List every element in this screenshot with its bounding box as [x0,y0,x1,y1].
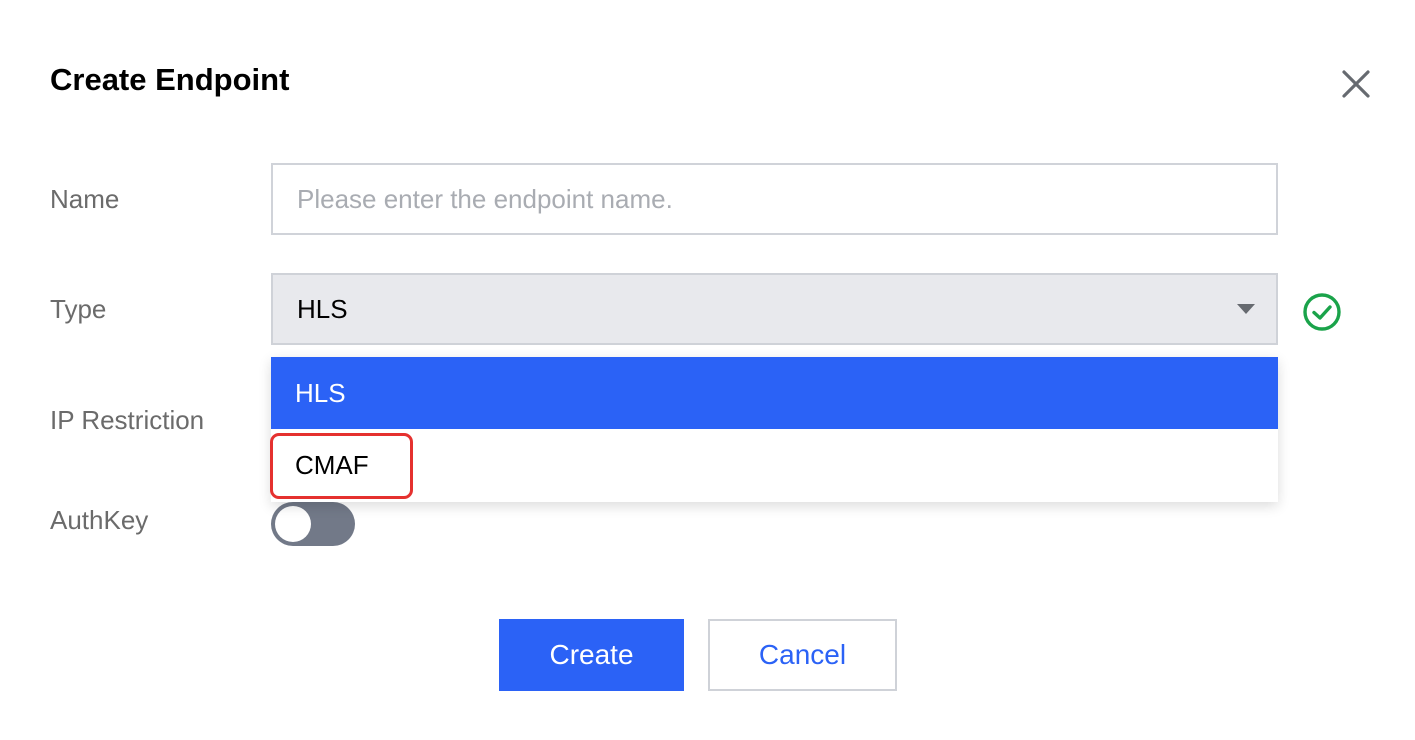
type-option-label: CMAF [295,450,369,480]
type-dropdown-menu: HLS CMAF [271,357,1278,502]
toggle-knob [275,506,311,542]
dialog-title: Create Endpoint [50,62,290,97]
close-button[interactable] [1336,64,1376,104]
ip-restriction-label: IP Restriction [50,405,205,435]
close-icon [1342,70,1370,98]
type-label: Type [50,294,107,324]
type-option-cmaf[interactable]: CMAF [271,429,1278,501]
type-select-value: HLS [297,294,348,324]
chevron-down-icon [1237,304,1255,314]
check-circle-icon [1303,293,1341,331]
authkey-label: AuthKey [50,505,149,535]
cancel-button[interactable]: Cancel [708,619,897,691]
authkey-toggle[interactable] [271,502,355,546]
name-input[interactable] [271,163,1278,235]
create-button[interactable]: Create [499,619,684,691]
type-option-hls[interactable]: HLS [271,357,1278,429]
create-endpoint-dialog: Create Endpoint Name Type HLS IP Restric… [0,0,1415,740]
name-label: Name [50,184,120,214]
type-option-label: HLS [295,378,346,408]
type-select[interactable]: HLS [271,273,1278,345]
